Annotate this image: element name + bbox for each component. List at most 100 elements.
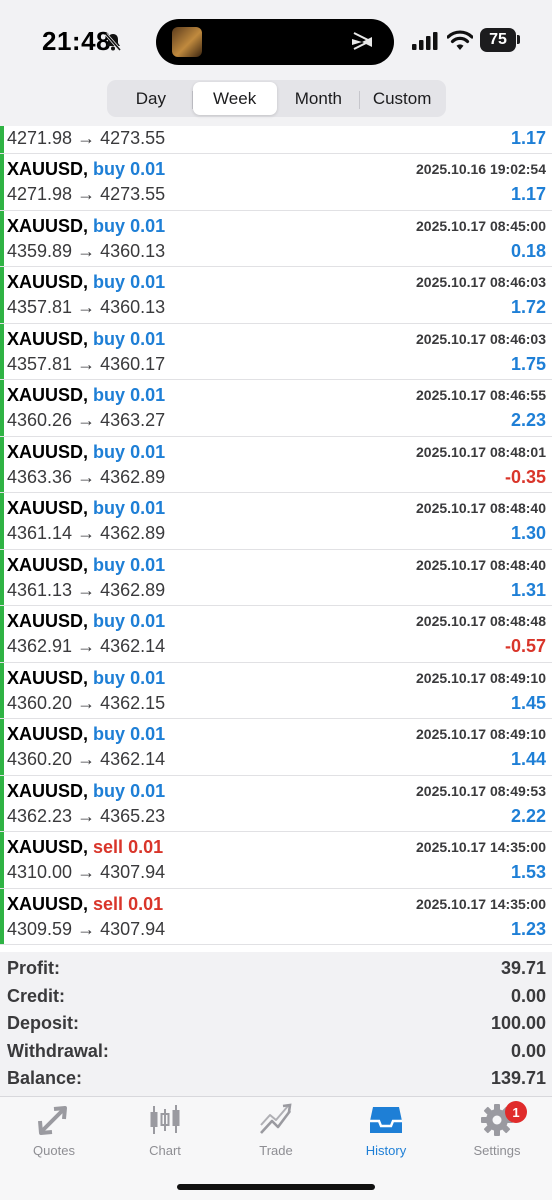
tab-trade[interactable]: Trade [226, 1103, 326, 1163]
deal-row[interactable]: XAUUSD, buy 0.01 2025.10.16 19:02:54 4271.… [0, 154, 552, 211]
deal-profit: 2.22 [510, 805, 546, 826]
deal-row[interactable]: XAUUSD, buy 0.01 2025.10.17 08:46:03 4357.… [0, 323, 552, 380]
deal-direction: buy 0.01 [93, 611, 165, 631]
deal-profit: 2.23 [510, 410, 546, 430]
deal-volume: 0.01 [130, 780, 166, 801]
deal-marker [0, 606, 4, 662]
deal-prices: 4310.00 → 4307.94 [7, 862, 165, 883]
deal-direction: buy 0.01 [93, 216, 165, 236]
deal-prices: 4360.20 → 4362.15 [7, 693, 165, 714]
deal-marker [0, 126, 4, 153]
deal-time: 2025.10.17 08:49:53 [416, 782, 546, 799]
deal-symbol: XAUUSD, sell 0.01 [7, 894, 163, 915]
deal-marker [0, 154, 4, 210]
period-tab-month[interactable]: Month [277, 82, 361, 115]
deal-symbol: XAUUSD, buy 0.01 [7, 216, 165, 237]
deal-prices: 4361.14 → 4362.89 [7, 523, 165, 544]
deal-close-price: 4362.89 [100, 579, 166, 600]
deal-row[interactable]: XAUUSD, buy 0.01 2025.10.17 08:49:53 4362.… [0, 775, 552, 832]
deal-symbol-text: XAUUSD, [7, 724, 89, 744]
deal-volume: 0.01 [130, 215, 166, 236]
tab-label: Quotes [33, 1143, 75, 1158]
deal-time: 2025.10.17 08:45:00 [416, 217, 546, 234]
bluetooth-icon [352, 32, 373, 50]
deal-row[interactable]: 4271.98 → 4273.55 1.17 [0, 126, 552, 154]
deal-row[interactable]: XAUUSD, buy 0.01 2025.10.17 08:46:03 4357.… [0, 267, 552, 324]
deal-row[interactable]: XAUUSD, buy 0.01 2025.10.17 08:46:55 4360.… [0, 380, 552, 437]
period-tab-day[interactable]: Day [109, 82, 193, 115]
deal-symbol-text: XAUUSD, [7, 611, 89, 631]
summary-value: 0.00 [510, 985, 546, 1006]
deal-volume: 0.01 [128, 893, 164, 914]
status-bar: 21:48 75 [0, 0, 552, 80]
arrow-right-icon: → [72, 410, 101, 430]
home-indicator [177, 1184, 375, 1190]
deal-prices: 4271.98 → 4273.55 [7, 128, 165, 149]
deal-row[interactable]: XAUUSD, buy 0.01 2025.10.17 08:49:10 4360.… [0, 662, 552, 719]
deal-marker [0, 267, 4, 323]
deal-direction-text: buy [93, 724, 126, 744]
period-tab-week[interactable]: Week [192, 82, 277, 115]
deal-close-price: 4362.14 [100, 636, 166, 656]
deal-row[interactable]: XAUUSD, buy 0.01 2025.10.17 08:48:40 4361.… [0, 549, 552, 606]
deal-direction-text: buy [93, 272, 126, 292]
period-tab-custom[interactable]: Custom [360, 82, 444, 115]
deal-close-price: 4360.17 [100, 353, 166, 374]
deal-row[interactable]: XAUUSD, buy 0.01 2025.10.17 08:49:10 4360.… [0, 719, 552, 776]
deal-close-price: 4307.94 [100, 862, 166, 882]
deal-direction: buy 0.01 [93, 272, 165, 292]
deal-marker [0, 888, 4, 944]
deal-direction: buy 0.01 [93, 159, 165, 179]
deal-marker [0, 436, 4, 492]
deal-direction-text: buy [93, 441, 126, 462]
history-summary: Profit: 39.71 Credit: 0.00 Deposit: 100.00 Wit… [0, 952, 552, 1096]
deal-symbol-text: XAUUSD, [7, 385, 89, 405]
deal-row[interactable]: XAUUSD, buy 0.01 2025.10.17 08:45:00 4359.… [0, 210, 552, 267]
deal-open-price: 4357.81 [7, 353, 73, 374]
deal-row[interactable]: XAUUSD, sell 0.01 2025.10.17 14:35:00 4310… [0, 832, 552, 889]
deal-row[interactable]: XAUUSD, buy 0.01 2025.10.17 08:48:48 4362.… [0, 606, 552, 663]
deal-row[interactable]: XAUUSD, buy 0.01 2025.10.17 08:48:40 4361.… [0, 493, 552, 550]
deal-direction: buy 0.01 [93, 385, 165, 405]
deal-symbol-text: XAUUSD, [7, 667, 89, 688]
deal-prices: 4359.89 → 4360.13 [7, 241, 165, 262]
deal-direction: buy 0.01 [93, 498, 165, 518]
deal-prices: 4360.20 → 4362.14 [7, 749, 165, 770]
deal-symbol: XAUUSD, sell 0.01 [7, 837, 163, 858]
deal-symbol-text: XAUUSD, [7, 272, 89, 292]
deal-close-price: 4360.13 [100, 297, 166, 317]
deal-symbol: XAUUSD, buy 0.01 [7, 272, 165, 293]
deal-volume: 0.01 [130, 385, 166, 405]
deal-row[interactable]: XAUUSD, buy 0.01 2025.10.17 08:48:01 4363.… [0, 436, 552, 493]
dynamic-island[interactable] [156, 19, 394, 65]
period-selector-bar: Day Week Month Custom [0, 80, 552, 126]
deal-row[interactable]: XAUUSD, sell 0.01 2025.10.17 14:35:00 4309… [0, 888, 552, 945]
clock: 21:48 [42, 26, 111, 56]
deal-close-price: 4362.89 [100, 523, 166, 543]
deal-symbol-text: XAUUSD, [7, 837, 89, 857]
deal-direction-text: buy [93, 159, 126, 179]
deal-direction-text: sell [93, 893, 124, 914]
deal-volume: 0.01 [130, 667, 166, 688]
deal-time: 2025.10.17 08:48:40 [416, 500, 546, 516]
deal-close-price: 4273.55 [100, 128, 166, 148]
arrow-right-icon: → [72, 184, 101, 204]
tab-settings[interactable]: 1 Settings [447, 1101, 547, 1163]
summary-label: Withdrawal: [7, 1040, 109, 1061]
history-deal-list[interactable]: 4271.98 → 4273.55 1.17 XAUUSD, buy 0.01 202… [0, 126, 552, 945]
tab-history[interactable]: History [336, 1103, 436, 1163]
tab-quotes[interactable]: Quotes [4, 1103, 104, 1163]
history-inbox-icon [370, 1107, 402, 1133]
tab-chart[interactable]: Chart [115, 1103, 215, 1163]
arrow-right-icon: → [72, 353, 101, 374]
deal-symbol: XAUUSD, buy 0.01 [7, 385, 165, 406]
summary-row: Balance: 139.71 [0, 1064, 552, 1092]
deal-volume: 0.01 [128, 837, 164, 857]
deal-symbol-text: XAUUSD, [7, 441, 89, 462]
deal-direction-text: sell [93, 837, 124, 857]
deal-marker [0, 323, 4, 379]
deal-open-price: 4361.14 [7, 523, 73, 543]
deal-open-price: 4357.81 [7, 297, 73, 317]
deal-direction: buy 0.01 [93, 555, 165, 575]
deal-volume: 0.01 [130, 554, 166, 575]
